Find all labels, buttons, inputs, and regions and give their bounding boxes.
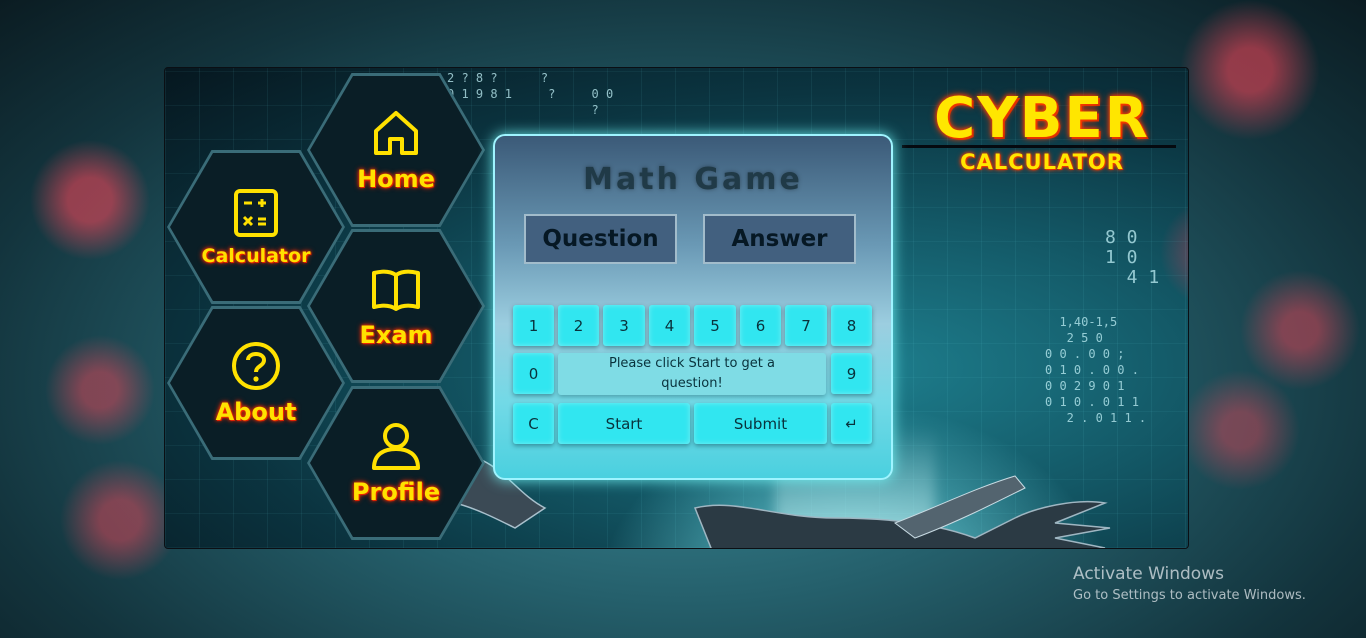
nav-exam-button[interactable]: Exam bbox=[310, 232, 482, 380]
key-3[interactable]: 3 bbox=[603, 305, 645, 346]
key-7[interactable]: 7 bbox=[785, 305, 827, 346]
watermark-subtitle: Go to Settings to activate Windows. bbox=[1073, 588, 1306, 603]
app-frame: 2 ? 8 ? ? 0 1 9 8 1 ? 0 0 ? 8 0 1 0 4 1 … bbox=[164, 67, 1189, 549]
key-1[interactable]: 1 bbox=[513, 305, 554, 346]
background-circuit-glyphs: 2 ? 8 ? ? 0 1 9 8 1 ? 0 0 ? bbox=[447, 71, 614, 117]
nav-about-label: About bbox=[215, 398, 297, 426]
math-game-title: Math Game bbox=[583, 162, 803, 197]
nav-calculator-label: Calculator bbox=[201, 245, 311, 267]
user-icon bbox=[372, 423, 420, 470]
key-9[interactable]: 9 bbox=[831, 353, 872, 394]
key-8[interactable]: 8 bbox=[831, 305, 872, 346]
brand-subtitle: CALCULATOR bbox=[960, 150, 1124, 174]
nav-profile-label: Profile bbox=[351, 478, 441, 506]
math-game-card: Math Game Question Answer 1 2 3 4 5 6 7 … bbox=[493, 134, 893, 480]
brand-divider bbox=[902, 145, 1176, 148]
nav-about[interactable]: About bbox=[167, 306, 345, 460]
key-2[interactable]: 2 bbox=[558, 305, 599, 346]
background-circuit-glyphs: 1,40-1,5 2 5 0 0 0 . 0 0 ; 0 1 0 . 0 0 .… bbox=[1045, 315, 1147, 425]
background-circuit-glyphs: 8 0 1 0 4 1 bbox=[1105, 227, 1160, 288]
watermark-title: Activate Windows bbox=[1073, 564, 1224, 584]
key-5[interactable]: 5 bbox=[694, 305, 736, 346]
nav-exam[interactable]: Exam bbox=[307, 229, 485, 383]
nav-calculator-button[interactable]: Calculator bbox=[170, 153, 342, 301]
calculator-icon bbox=[234, 189, 278, 237]
answer-field[interactable]: Answer bbox=[703, 214, 856, 264]
windows-activation-watermark: Activate Windows Go to Settings to activ… bbox=[1073, 564, 1306, 603]
start-button[interactable]: Start bbox=[558, 403, 690, 444]
submit-button[interactable]: Submit bbox=[694, 403, 827, 444]
key-4[interactable]: 4 bbox=[649, 305, 690, 346]
enter-button[interactable]: ↵ bbox=[831, 403, 872, 444]
key-0[interactable]: 0 bbox=[513, 353, 554, 394]
nav-exam-label: Exam bbox=[359, 321, 433, 349]
nav-calculator[interactable]: Calculator bbox=[167, 150, 345, 304]
key-6[interactable]: 6 bbox=[740, 305, 781, 346]
clear-button[interactable]: C bbox=[513, 403, 554, 444]
book-icon bbox=[372, 269, 420, 311]
question-display: Question bbox=[524, 214, 677, 264]
nav-about-button[interactable]: About bbox=[170, 309, 342, 457]
nav-home-label: Home bbox=[357, 165, 435, 193]
home-icon bbox=[374, 111, 418, 155]
brand-title: CYBER bbox=[934, 86, 1150, 151]
question-icon bbox=[232, 342, 280, 390]
game-message: Please click Start to get a question! bbox=[558, 353, 826, 395]
